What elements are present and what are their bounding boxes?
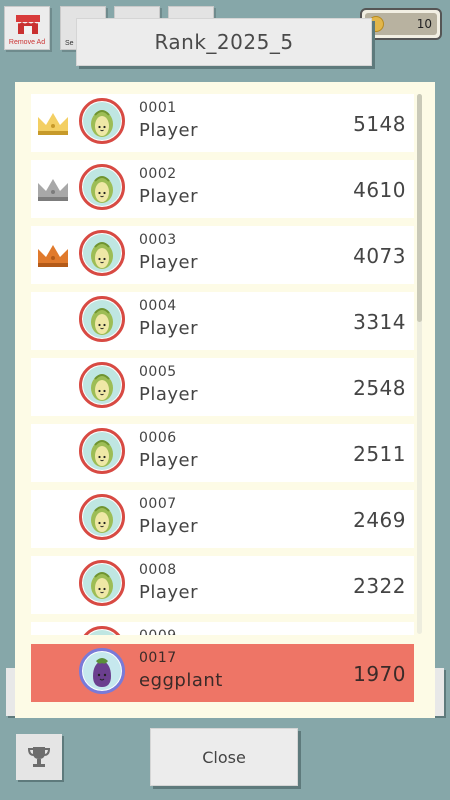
eggplant-avatar-icon bbox=[79, 648, 125, 694]
cabbage-avatar-icon bbox=[79, 164, 125, 210]
coin-counter: 10 bbox=[360, 8, 442, 40]
current-player-rank: 0017 bbox=[139, 650, 177, 666]
ranking-row: 0001 Player 5148 bbox=[31, 94, 414, 152]
settings-button-label: Se bbox=[65, 40, 74, 47]
silver-crown-icon bbox=[35, 175, 71, 205]
cabbage-avatar-icon bbox=[79, 296, 125, 342]
row-player-name: Player bbox=[139, 252, 199, 273]
ranking-panel: 0001 Player 5148 0002 Player 4610 0003 Player 40… bbox=[15, 82, 435, 718]
remove-ad-label: Remove Ad bbox=[8, 39, 46, 46]
cabbage-avatar-icon bbox=[79, 362, 125, 408]
row-score: 2511 bbox=[353, 442, 406, 466]
gold-crown-icon bbox=[35, 109, 71, 139]
row-rank: 0006 bbox=[139, 430, 177, 446]
row-player-name: Player bbox=[139, 318, 199, 339]
row-rank: 0008 bbox=[139, 562, 177, 578]
row-rank: 0003 bbox=[139, 232, 177, 248]
current-player-name: eggplant bbox=[139, 670, 223, 691]
row-rank: 0005 bbox=[139, 364, 177, 380]
ranking-row: 0009Player bbox=[31, 622, 414, 635]
cabbage-avatar-icon bbox=[79, 560, 125, 606]
ranking-scrollbar[interactable] bbox=[417, 94, 422, 634]
current-player-row: 0017 eggplant 1970 bbox=[31, 644, 414, 702]
ranking-list[interactable]: 0001 Player 5148 0002 Player 4610 0003 Player 40… bbox=[15, 82, 435, 635]
row-player-name: Player bbox=[139, 516, 199, 537]
trophy-icon bbox=[27, 747, 51, 767]
ranking-row: 0004 Player 3314 bbox=[31, 292, 414, 350]
row-score: 3314 bbox=[353, 310, 406, 334]
ranking-row: 0003 Player 4073 bbox=[31, 226, 414, 284]
row-score: 2548 bbox=[353, 376, 406, 400]
row-player-name: Player bbox=[139, 582, 199, 603]
shop-icon bbox=[16, 15, 40, 34]
cabbage-avatar-icon bbox=[79, 428, 125, 474]
bronze-crown-icon bbox=[35, 241, 71, 271]
row-player-name: Player bbox=[139, 120, 199, 141]
row-rank: 0004 bbox=[139, 298, 177, 314]
row-rank: 0002 bbox=[139, 166, 177, 182]
cabbage-avatar-icon bbox=[79, 230, 125, 276]
ranking-row: 0002 Player 4610 bbox=[31, 160, 414, 218]
ranking-row: 0006 Player 2511 bbox=[31, 424, 414, 482]
row-rank: 0009 bbox=[139, 628, 177, 635]
row-score: 4610 bbox=[353, 178, 406, 202]
row-player-name: Player bbox=[139, 384, 199, 405]
row-score: 2322 bbox=[353, 574, 406, 598]
cabbage-avatar-icon bbox=[79, 494, 125, 540]
trophy-button[interactable] bbox=[16, 734, 62, 780]
row-player-name: Player bbox=[139, 186, 199, 207]
row-score: 2469 bbox=[353, 508, 406, 532]
scrollbar-thumb[interactable] bbox=[417, 94, 422, 322]
row-player-name: Player bbox=[139, 450, 199, 471]
ranking-row: 0007 Player 2469 bbox=[31, 490, 414, 548]
ranking-row: 0008 Player 2322 bbox=[31, 556, 414, 614]
remove-ad-button[interactable]: Remove Ad bbox=[4, 6, 50, 50]
ranking-row: 0005 Player 2548 bbox=[31, 358, 414, 416]
page-title: Rank_2025_5 bbox=[76, 18, 372, 66]
cabbage-avatar-icon bbox=[79, 98, 125, 144]
row-score: 5148 bbox=[353, 112, 406, 136]
row-rank: 0007 bbox=[139, 496, 177, 512]
row-score: 4073 bbox=[353, 244, 406, 268]
row-rank: 0001 bbox=[139, 100, 177, 116]
coin-amount: 10 bbox=[416, 17, 432, 31]
cabbage-avatar-icon bbox=[79, 626, 125, 635]
current-player-score: 1970 bbox=[353, 662, 406, 686]
close-button[interactable]: Close bbox=[150, 728, 298, 786]
